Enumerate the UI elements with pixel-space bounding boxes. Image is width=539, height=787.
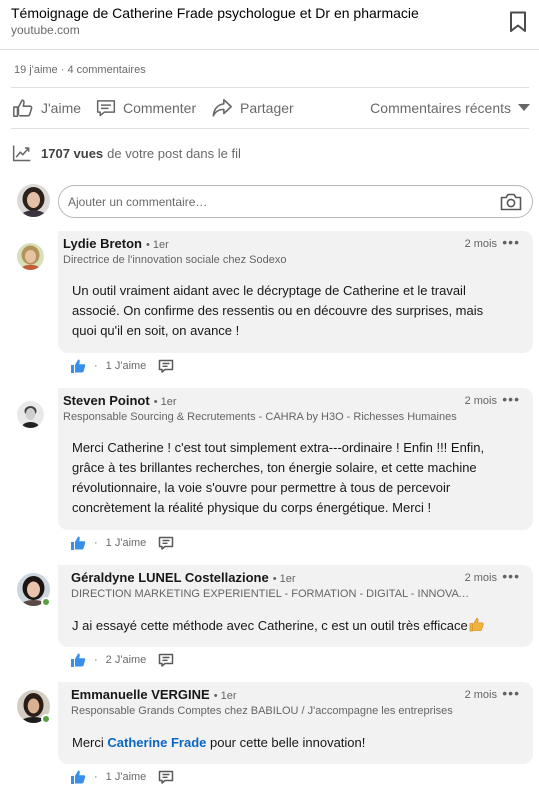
- comment-reactions: · 1 J'aime: [70, 357, 174, 375]
- commenter-avatar[interactable]: [17, 401, 44, 428]
- comment-text: Merci Catherine ! c'est tout simplement …: [72, 440, 485, 515]
- views-count: 1707 vues: [41, 145, 104, 161]
- thumbs-up-emoji: [469, 618, 484, 632]
- separator-dot: ·: [94, 771, 98, 783]
- comment-button-label: Commenter: [123, 100, 197, 116]
- social-counts[interactable]: 19 j'aime · 4 commentaires: [14, 64, 146, 76]
- comment-author[interactable]: Emmanuelle VERGINE • 1er: [71, 687, 237, 702]
- like-button[interactable]: J'aime: [12, 96, 81, 120]
- separator-dot: ·: [94, 537, 98, 549]
- thumbs-up-icon[interactable]: [70, 358, 86, 374]
- comment-icon: [96, 100, 116, 117]
- connection-degree: • 1er: [272, 573, 296, 585]
- thumbs-up-icon: [13, 99, 33, 118]
- comment-author-headline: DIRECTION MARKETING EXPERIENTIEL - FORMA…: [71, 588, 471, 600]
- comment-reactions: · 2 J'aime: [70, 651, 174, 669]
- online-status-indicator: [41, 597, 51, 607]
- views-suffix: de votre post dans le fil: [107, 145, 241, 161]
- comment-text: Merci Catherine Frade pour cette belle i…: [72, 735, 366, 750]
- connection-degree: • 1er: [145, 239, 169, 251]
- more-icon[interactable]: •••: [502, 391, 520, 407]
- share-button[interactable]: Partager: [211, 96, 294, 120]
- divider: [11, 87, 529, 88]
- comment-bubble: Lydie Breton • 1er Directrice de l'innova…: [58, 231, 533, 353]
- link-domain: youtube.com: [11, 23, 80, 37]
- comment-input-box[interactable]: [58, 185, 533, 218]
- more-icon[interactable]: •••: [502, 234, 520, 250]
- link-title[interactable]: Témoignage de Catherine Frade psychologu…: [11, 5, 419, 21]
- trend-icon: [12, 145, 31, 162]
- link-preview-card[interactable]: Témoignage de Catherine Frade psychologu…: [0, 0, 539, 50]
- divider: [11, 128, 529, 129]
- comment-author[interactable]: Steven Poinot • 1er: [63, 393, 177, 408]
- online-status-indicator: [41, 714, 51, 724]
- sort-comments-dropdown[interactable]: Commentaires récents: [370, 96, 530, 120]
- connection-degree: • 1er: [213, 690, 237, 702]
- comment-text: Un outil vraiment aidant avec le décrypt…: [72, 283, 484, 338]
- reply-icon[interactable]: [158, 535, 174, 551]
- share-icon: [212, 98, 232, 117]
- commenter-avatar[interactable]: [17, 243, 44, 270]
- more-icon[interactable]: •••: [502, 685, 520, 701]
- comment-bubble: Steven Poinot • 1er Responsable Sourcing …: [58, 388, 533, 530]
- connection-degree: • 1er: [153, 396, 177, 408]
- comment-like-count[interactable]: 1 J'aime: [106, 537, 147, 549]
- like-button-label: J'aime: [41, 100, 82, 116]
- thumbs-up-icon[interactable]: [70, 652, 86, 668]
- comment-time: 2 mois: [464, 572, 497, 584]
- comment-time: 2 mois: [464, 689, 497, 701]
- camera-icon[interactable]: [500, 193, 522, 211]
- caret-down-icon: [518, 104, 530, 111]
- separator-dot: ·: [94, 360, 98, 372]
- comment-like-count[interactable]: 1 J'aime: [106, 771, 147, 783]
- thumbs-up-icon[interactable]: [70, 535, 86, 551]
- comment-bubble: Emmanuelle VERGINE • 1er Responsable Gran…: [58, 682, 533, 764]
- separator-dot: ·: [94, 654, 98, 666]
- share-button-label: Partager: [240, 100, 294, 116]
- mention-link[interactable]: Catherine Frade: [107, 735, 206, 750]
- comment-button[interactable]: Commenter: [96, 96, 196, 120]
- comment-text: J ai essayé cette méthode avec Catherine…: [72, 616, 484, 636]
- reply-icon[interactable]: [158, 358, 174, 374]
- comment-author[interactable]: Lydie Breton • 1er: [63, 236, 169, 251]
- comment-bubble: Géraldyne LUNEL Costellazione • 1er DIREC…: [58, 565, 533, 647]
- comment-author-headline: Responsable Sourcing & Recrutements - CA…: [63, 411, 457, 423]
- comment-time: 2 mois: [464, 238, 497, 250]
- reply-icon[interactable]: [158, 769, 174, 785]
- more-icon[interactable]: •••: [502, 568, 520, 584]
- comment-author-headline: Directrice de l'innovation sociale chez …: [63, 254, 287, 266]
- comment-reactions: · 1 J'aime: [70, 768, 174, 786]
- comment-like-count[interactable]: 2 J'aime: [106, 654, 147, 666]
- comment-reactions: · 1 J'aime: [70, 534, 174, 552]
- comment-time: 2 mois: [464, 395, 497, 407]
- thumbs-up-icon[interactable]: [70, 769, 86, 785]
- bookmark-icon[interactable]: [509, 11, 527, 33]
- post-views[interactable]: 1707 vues de votre post dans le fil: [12, 143, 241, 163]
- reply-icon[interactable]: [158, 652, 174, 668]
- sort-label: Commentaires récents: [370, 100, 511, 116]
- comment-input[interactable]: [68, 192, 488, 212]
- current-user-avatar[interactable]: [17, 184, 50, 217]
- comment-like-count[interactable]: 1 J'aime: [106, 360, 147, 372]
- comment-author-headline: Responsable Grands Comptes chez BABILOU …: [71, 705, 453, 717]
- comment-author[interactable]: Géraldyne LUNEL Costellazione • 1er: [71, 570, 296, 585]
